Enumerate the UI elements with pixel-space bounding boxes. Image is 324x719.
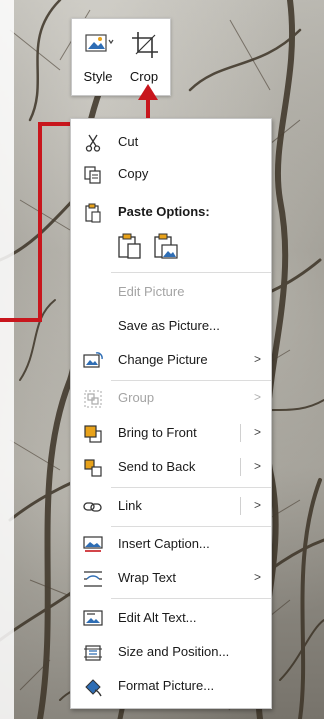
copy-icon [83,165,103,185]
menu-item-label: Paste Options: [118,204,210,219]
menu-separator [111,526,271,527]
paste-options-row [115,229,235,265]
menu-item-send-to-back[interactable]: Send to Back > [71,452,271,482]
alt-text-icon [83,609,103,629]
menu-item-change-picture[interactable]: Change Picture > [71,345,271,375]
insert-caption-icon [83,535,103,555]
change-picture-icon [83,351,103,371]
menu-item-format-picture[interactable]: Format Picture... [71,671,271,701]
menu-item-size-and-position[interactable]: Size and Position... [71,637,271,667]
menu-item-insert-caption[interactable]: Insert Caption... [71,529,271,559]
context-menu: Cut Copy Paste Options: Edit Picture Sav… [70,118,272,709]
group-icon [83,389,103,409]
clipboard-icon [83,203,103,223]
menu-item-label: Copy [118,166,149,181]
menu-item-paste-options: Paste Options: [71,197,271,227]
bring-to-front-icon [83,424,103,444]
crop-button[interactable]: Crop [122,19,166,93]
menu-item-label: Insert Caption... [118,536,210,551]
menu-item-bring-to-front[interactable]: Bring to Front > [71,418,271,448]
wrap-text-icon [83,569,103,589]
picture-style-icon [85,31,114,59]
submenu-arrow-icon: > [253,570,261,584]
paste-keep-source-icon[interactable] [117,233,143,261]
menu-separator [111,487,271,488]
style-label: Style [83,69,113,84]
split-divider [240,497,241,515]
link-icon [83,497,103,517]
menu-item-cut[interactable]: Cut [71,127,271,157]
menu-item-label: Size and Position... [118,644,230,659]
menu-item-edit-picture[interactable]: Edit Picture [71,277,271,307]
crop-label: Crop [129,69,159,84]
submenu-arrow-icon[interactable]: > [254,498,261,512]
menu-item-label: Bring to Front [118,425,197,440]
submenu-arrow-icon[interactable]: > [254,459,261,473]
format-picture-icon [83,677,103,697]
menu-item-edit-alt-text[interactable]: Edit Alt Text... [71,603,271,633]
menu-item-wrap-text[interactable]: Wrap Text > [71,563,271,593]
submenu-arrow-icon: > [253,352,261,366]
menu-item-label: Link [118,498,142,513]
size-position-icon [83,643,103,663]
menu-item-label: Cut [118,134,139,149]
send-to-back-icon [83,458,103,478]
split-divider [240,458,241,476]
split-divider [240,424,241,442]
menu-separator [111,380,271,381]
menu-item-save-as-picture[interactable]: Save as Picture... [71,311,271,341]
menu-item-label: Group [118,390,155,405]
menu-item-label: Wrap Text [118,570,177,585]
scissors-icon [83,133,103,153]
menu-item-label: Change Picture [118,352,208,367]
menu-item-group[interactable]: Group > [71,383,271,413]
style-button[interactable]: Style [76,19,120,93]
menu-item-link[interactable]: Link > [71,491,271,521]
menu-item-label: Save as Picture... [118,318,220,333]
submenu-arrow-icon[interactable]: > [254,425,261,439]
submenu-arrow-icon: > [253,390,261,404]
crop-icon [131,31,159,59]
menu-item-copy[interactable]: Copy [71,159,271,189]
menu-item-label: Format Picture... [118,678,215,693]
photo-left-edge [0,0,14,719]
mini-toolbar: Style Crop [71,18,171,96]
menu-separator [111,598,271,599]
menu-separator [111,272,271,273]
paste-picture-icon[interactable] [153,233,179,261]
menu-item-label: Edit Picture [118,284,185,299]
menu-item-label: Send to Back [118,459,196,474]
menu-item-label: Edit Alt Text... [118,610,197,625]
